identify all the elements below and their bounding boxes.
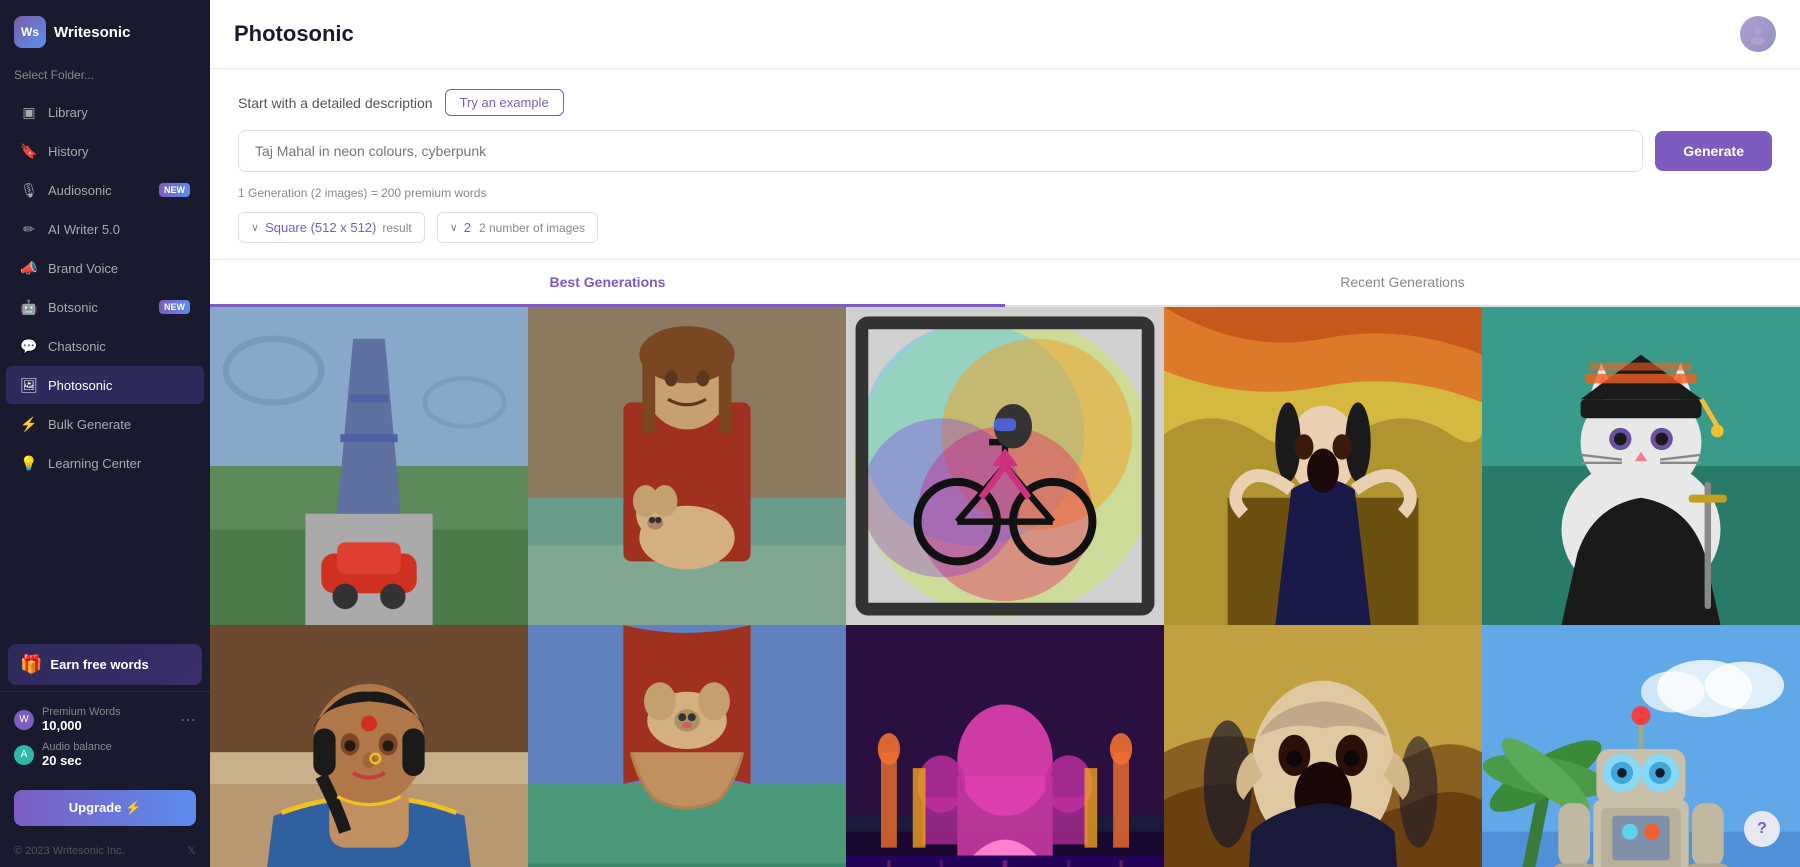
- upgrade-button[interactable]: Upgrade ⚡: [14, 790, 196, 826]
- dropdowns-row: ∨ Square (512 x 512) result ∨ 2 2 number…: [238, 212, 1772, 259]
- sidebar-item-label: History: [48, 144, 190, 159]
- writesonic-logo-icon: Ws: [14, 16, 46, 48]
- library-icon: ▣: [20, 103, 38, 121]
- premium-words-dot: W: [14, 710, 34, 730]
- ai-writer-icon: ✏: [20, 220, 38, 238]
- tabs-row: Best Generations Recent Generations: [210, 260, 1800, 307]
- audio-balance-dot: A: [14, 745, 34, 765]
- sidebar-item-label: Learning Center: [48, 456, 190, 471]
- audiosonic-icon: 🎙: [20, 181, 38, 199]
- nav-items: ▣ Library 🔖 History 🎙 Audiosonic new ✏ A…: [0, 92, 210, 483]
- sidebar-item-library[interactable]: ▣ Library: [6, 93, 204, 131]
- images-count-dropdown[interactable]: ∨ 2 2 number of images: [437, 212, 598, 243]
- earn-free-words-button[interactable]: 🎁 Earn free words: [8, 644, 202, 685]
- twitter-icon[interactable]: 𝕏: [187, 844, 196, 857]
- sidebar-item-learning-center[interactable]: 💡 Learning Center: [6, 444, 204, 482]
- chatsonic-icon: 💬: [20, 337, 38, 355]
- image-cell[interactable]: [528, 625, 846, 867]
- image-cell[interactable]: [846, 625, 1164, 867]
- size-dropdown[interactable]: ∨ Square (512 x 512) result: [238, 212, 425, 243]
- bulk-generate-icon: ⚡: [20, 415, 38, 433]
- photosonic-icon: 🖼: [20, 376, 38, 394]
- chevron-down-icon: ∨: [450, 221, 458, 234]
- chevron-down-icon: ∨: [251, 221, 259, 234]
- description-header: Start with a detailed description Try an…: [238, 89, 1772, 116]
- learning-center-icon: 💡: [20, 454, 38, 472]
- main-content: Photosonic Start with a detailed descrip…: [210, 0, 1800, 867]
- earn-free-words-label: Earn free words: [50, 657, 148, 672]
- footer-brand: © 2023 Writesonic Inc. 𝕏: [0, 838, 210, 867]
- botsonic-icon: 🤖: [20, 298, 38, 316]
- sidebar-item-label: Audiosonic: [48, 183, 149, 198]
- tab-recent-generations[interactable]: Recent Generations: [1005, 260, 1800, 307]
- premium-words-row: W Premium Words 10,000 ⋯: [14, 702, 196, 737]
- input-section: Start with a detailed description Try an…: [210, 69, 1800, 260]
- prompt-input[interactable]: [238, 130, 1643, 172]
- cost-note: 1 Generation (2 images) = 200 premium wo…: [238, 186, 1772, 200]
- sidebar-item-label: Photosonic: [48, 378, 190, 393]
- page-title: Photosonic: [234, 21, 354, 47]
- try-example-button[interactable]: Try an example: [445, 89, 564, 116]
- credits-area: W Premium Words 10,000 ⋯ A Audio balance…: [0, 691, 210, 782]
- premium-words-value: 10,000: [42, 718, 172, 733]
- image-cell[interactable]: [528, 307, 846, 625]
- new-badge: new: [159, 183, 190, 197]
- description-label: Start with a detailed description: [238, 95, 433, 111]
- sidebar-item-ai-writer[interactable]: ✏ AI Writer 5.0: [6, 210, 204, 248]
- image-cell[interactable]: [1164, 307, 1482, 625]
- history-icon: 🔖: [20, 142, 38, 160]
- image-cell[interactable]: [1482, 307, 1800, 625]
- logo-area: Ws Writesonic: [0, 0, 210, 64]
- sidebar: Ws Writesonic Select Folder... ▣ Library…: [0, 0, 210, 867]
- top-bar: Photosonic: [210, 0, 1800, 69]
- audio-balance-info: Audio balance 20 sec: [42, 741, 196, 768]
- new-badge: new: [159, 300, 190, 314]
- sidebar-item-label: Chatsonic: [48, 339, 190, 354]
- tab-best-generations[interactable]: Best Generations: [210, 260, 1005, 307]
- sidebar-item-label: Botsonic: [48, 300, 149, 315]
- image-cell[interactable]: [210, 625, 528, 867]
- sidebar-item-audiosonic[interactable]: 🎙 Audiosonic new: [6, 171, 204, 209]
- audio-balance-row: A Audio balance 20 sec: [14, 737, 196, 772]
- gift-icon: 🎁: [20, 654, 42, 675]
- more-options-button[interactable]: ⋯: [180, 710, 196, 730]
- sidebar-item-chatsonic[interactable]: 💬 Chatsonic: [6, 327, 204, 365]
- help-button[interactable]: ?: [1744, 811, 1780, 847]
- sidebar-item-label: Brand Voice: [48, 261, 190, 276]
- sidebar-item-brand-voice[interactable]: 📣 Brand Voice: [6, 249, 204, 287]
- image-cell[interactable]: [846, 307, 1164, 625]
- sidebar-item-history[interactable]: 🔖 History: [6, 132, 204, 170]
- prompt-row: Generate: [238, 130, 1772, 172]
- audio-balance-value: 20 sec: [42, 753, 196, 768]
- sidebar-item-photosonic[interactable]: 🖼 Photosonic: [6, 366, 204, 404]
- sidebar-item-label: Bulk Generate: [48, 417, 190, 432]
- images-count-label: 2 number of images: [479, 221, 585, 235]
- image-grid: [210, 307, 1800, 867]
- avatar[interactable]: [1740, 16, 1776, 52]
- generate-button[interactable]: Generate: [1655, 131, 1772, 171]
- audio-balance-label: Audio balance: [42, 741, 196, 753]
- content-area: Start with a detailed description Try an…: [210, 69, 1800, 867]
- logo-text: Writesonic: [54, 24, 130, 41]
- size-dropdown-value: Square (512 x 512): [265, 220, 376, 235]
- premium-words-label: Premium Words: [42, 706, 172, 718]
- select-folder[interactable]: Select Folder...: [0, 64, 210, 92]
- image-cell[interactable]: [210, 307, 528, 625]
- sidebar-item-botsonic[interactable]: 🤖 Botsonic new: [6, 288, 204, 326]
- premium-words-info: Premium Words 10,000: [42, 706, 172, 733]
- image-cell[interactable]: [1164, 625, 1482, 867]
- brand-voice-icon: 📣: [20, 259, 38, 277]
- images-count-value: 2: [464, 220, 471, 235]
- sidebar-item-bulk-generate[interactable]: ⚡ Bulk Generate: [6, 405, 204, 443]
- sidebar-item-label: Library: [48, 105, 190, 120]
- sidebar-item-label: AI Writer 5.0: [48, 222, 190, 237]
